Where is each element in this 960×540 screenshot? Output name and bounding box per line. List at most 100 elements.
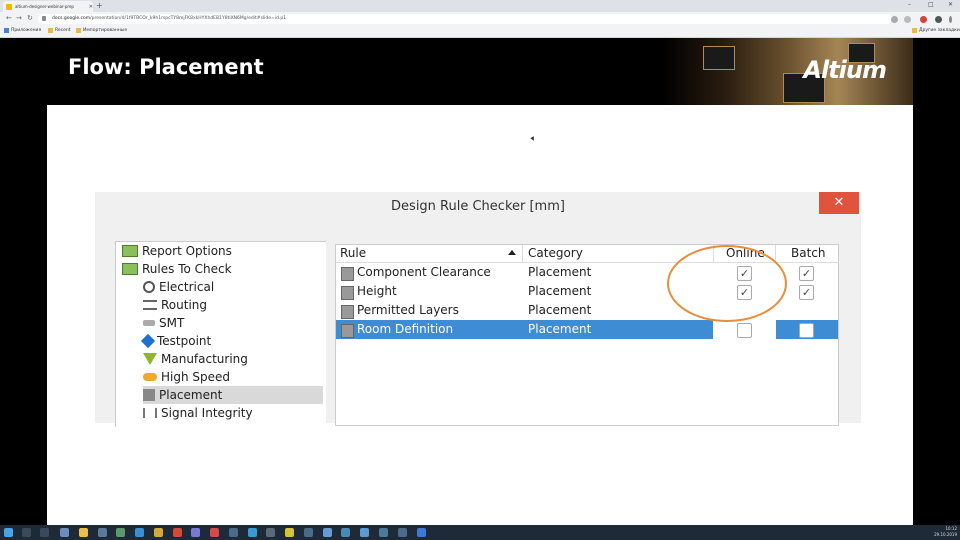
folder-icon (122, 263, 138, 275)
rule-name: Room Definition (357, 322, 454, 336)
app-icon[interactable] (323, 528, 332, 537)
signal-integrity-icon (143, 408, 157, 418)
bookmark-star-icon[interactable] (904, 16, 911, 23)
bookmark-label: Импортированные (83, 28, 128, 33)
chrome-icon[interactable] (154, 528, 163, 537)
tree-item-label: Signal Integrity (161, 406, 253, 420)
reload-icon[interactable]: ↻ (27, 14, 33, 22)
app-icon[interactable] (210, 528, 219, 537)
online-checkbox[interactable] (737, 323, 752, 338)
app-icon[interactable] (341, 528, 350, 537)
annotation-ellipse (667, 245, 787, 322)
bookmark-imported[interactable]: Импортированные (76, 28, 127, 33)
folder-icon (48, 28, 53, 33)
routing-icon (143, 300, 157, 310)
apps-icon (4, 28, 9, 33)
opera-icon[interactable] (173, 528, 182, 537)
column-header-rule[interactable]: Rule (340, 246, 366, 260)
app-icon[interactable] (379, 528, 388, 537)
sort-ascending-icon (508, 250, 516, 255)
tree-item-label: Electrical (159, 280, 215, 294)
bookmark-label: Приложения (11, 28, 42, 33)
browser-tab[interactable]: altium-designer-webinar-prep ✕ (3, 1, 93, 12)
high-speed-icon (143, 373, 157, 381)
app-icon[interactable] (285, 528, 294, 537)
minimize-window-icon[interactable]: – (908, 1, 911, 8)
app-icon[interactable] (417, 528, 426, 537)
tree-item-electrical[interactable]: Electrical (143, 278, 214, 296)
app-icon[interactable] (98, 528, 107, 537)
batch-checkbox[interactable]: ✓ (799, 266, 814, 281)
zoom-icon[interactable] (891, 16, 898, 23)
menu-kebab-icon[interactable] (949, 16, 952, 23)
new-tab-button[interactable]: + (96, 1, 103, 11)
profile-avatar-icon[interactable] (935, 16, 942, 23)
dialog-title: Design Rule Checker [mm] (391, 199, 565, 214)
column-divider (775, 245, 776, 262)
url-domain: docs.google.com (52, 16, 91, 21)
tree-item-label: High Speed (161, 370, 231, 384)
extension-icon[interactable] (920, 16, 927, 23)
tree-item-label: SMT (159, 316, 185, 330)
forward-icon[interactable]: → (16, 14, 22, 22)
presentation-slide: Flow: Placement Altium Design Rule Check… (47, 38, 913, 525)
slides-favicon-icon (6, 3, 12, 10)
bookmarks-bar: Приложения Recent Импортированные Другие… (0, 26, 960, 38)
tree-item-signal-integrity[interactable]: Signal Integrity (143, 404, 253, 422)
slide-title: Flow: Placement (68, 55, 264, 79)
bookmark-other[interactable]: Другие закладки (912, 28, 960, 33)
folder-icon (912, 28, 917, 33)
altium-logo: Altium (803, 56, 887, 84)
dialog-close-button[interactable]: ✕ (819, 192, 859, 214)
task-view-icon[interactable] (40, 528, 49, 537)
column-header-category[interactable]: Category (528, 246, 583, 260)
system-clock[interactable]: 10:12 29.10.2019 (934, 526, 957, 538)
tree-item-smt[interactable]: SMT (143, 314, 184, 332)
back-icon[interactable]: ← (6, 14, 12, 22)
altium-app-icon[interactable] (229, 528, 238, 537)
tree-item-testpoint[interactable]: Testpoint (140, 332, 211, 350)
altium-app-icon[interactable] (398, 528, 407, 537)
tree-item-report-options[interactable]: Report Options (122, 242, 232, 260)
tab-close-icon[interactable]: ✕ (89, 4, 93, 10)
app-icon[interactable] (266, 528, 275, 537)
bookmark-label: Recent (55, 28, 71, 33)
skype-icon[interactable] (248, 528, 257, 537)
batch-checkbox[interactable]: ✓ (799, 285, 814, 300)
column-header-batch[interactable]: Batch (791, 246, 826, 260)
rule-icon (341, 305, 354, 319)
table-row-selected[interactable]: Room Definition Placement (336, 320, 838, 339)
smt-icon (143, 320, 155, 326)
rule-icon (341, 286, 354, 300)
app-icon[interactable] (60, 528, 69, 537)
address-bar[interactable]: docs.google.com/presentation/d/1f9TBCOr_… (38, 14, 892, 24)
altium-app-icon[interactable] (304, 528, 313, 537)
tree-item-manufacturing[interactable]: Manufacturing (143, 350, 248, 368)
rule-category: Placement (528, 265, 592, 279)
maximize-window-icon[interactable]: □ (928, 1, 934, 8)
mouse-cursor-icon (530, 136, 536, 142)
app-icon[interactable] (116, 528, 125, 537)
tree-item-high-speed[interactable]: High Speed (143, 368, 230, 386)
bookmark-apps[interactable]: Приложения (4, 28, 41, 33)
bookmark-recent[interactable]: Recent (48, 28, 71, 33)
testpoint-icon (140, 333, 156, 349)
rule-tree: Report Options Rules To Check Electrical… (115, 241, 326, 427)
clock-date: 29.10.2019 (934, 532, 957, 537)
rule-category: Placement (528, 284, 592, 298)
file-explorer-icon[interactable] (79, 528, 88, 537)
search-icon[interactable] (22, 528, 31, 537)
tree-item-routing[interactable]: Routing (143, 296, 207, 314)
tree-item-rules-to-check[interactable]: Rules To Check (122, 260, 232, 278)
start-windows-icon[interactable] (4, 528, 13, 537)
batch-checkbox[interactable] (799, 323, 814, 338)
tree-item-placement[interactable]: Placement (143, 386, 323, 404)
windows-taskbar: 10:12 29.10.2019 (0, 525, 960, 540)
browser-tab-title: altium-designer-webinar-prep (14, 4, 74, 9)
rule-icon (341, 324, 354, 338)
manufacturing-icon (143, 353, 157, 365)
app-icon[interactable] (191, 528, 200, 537)
app-icon[interactable] (135, 528, 144, 537)
app-icon[interactable] (360, 528, 369, 537)
close-window-icon[interactable]: ✕ (948, 1, 953, 8)
